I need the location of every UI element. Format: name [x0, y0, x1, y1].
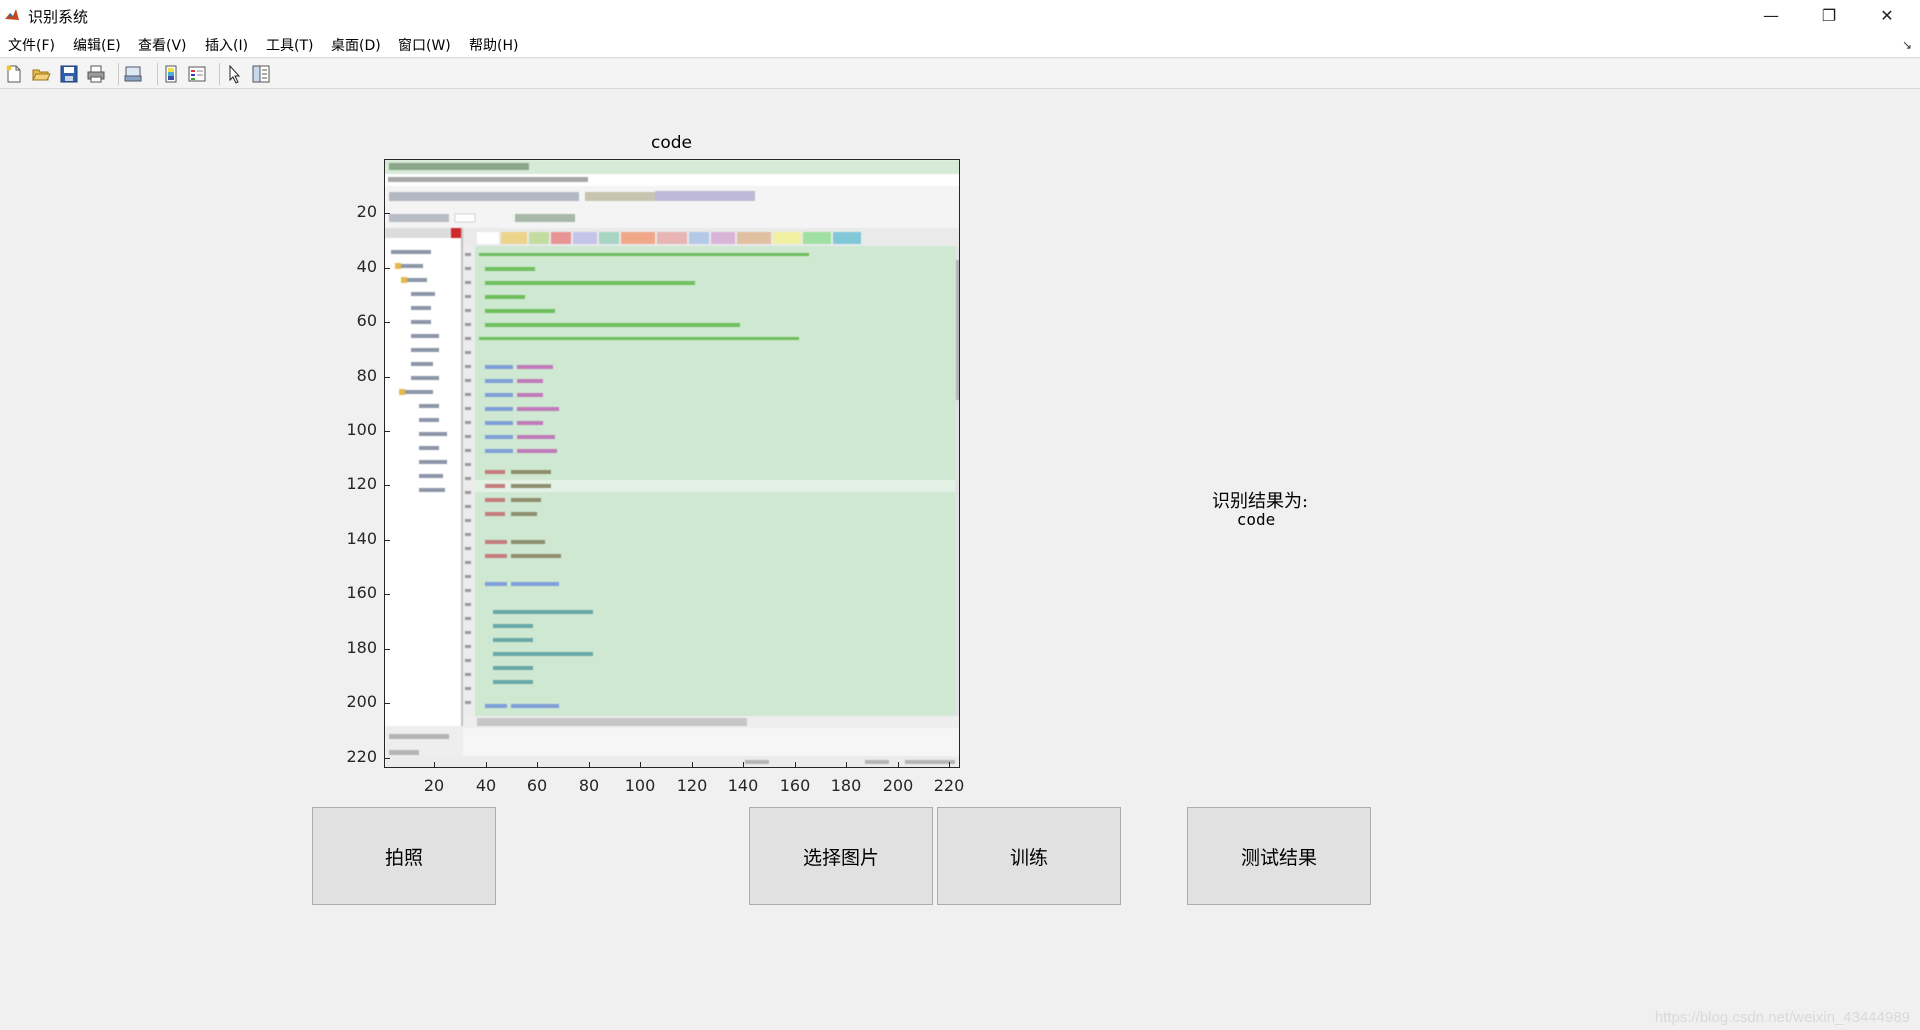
menu-view[interactable]: 查看(V) [138, 35, 187, 55]
y-tick-mark [385, 377, 390, 378]
y-tick-label: 120 [346, 474, 377, 493]
result-value: code [1236, 510, 1276, 529]
colorbar-icon[interactable] [161, 64, 181, 84]
y-tick-mark [385, 703, 390, 704]
x-tick-mark [537, 762, 538, 767]
x-tick-label: 60 [526, 776, 548, 795]
menu-tools[interactable]: 工具(T) [266, 35, 313, 55]
print-preview-icon[interactable] [123, 64, 143, 84]
save-icon[interactable] [59, 64, 79, 84]
pointer-icon[interactable] [225, 64, 245, 84]
menu-desktop[interactable]: 桌面(D) [331, 35, 381, 55]
y-tick-label: 20 [356, 202, 377, 221]
x-tick-mark [743, 762, 744, 767]
menu-help[interactable]: 帮助(H) [469, 35, 518, 55]
x-tick-mark [846, 762, 847, 767]
y-tick-mark [385, 213, 390, 214]
menu-insert[interactable]: 插入(I) [205, 35, 248, 55]
x-tick-label: 120 [676, 776, 708, 795]
y-tick-mark [385, 540, 390, 541]
axes-title: code [651, 133, 692, 153]
x-tick-mark [486, 762, 487, 767]
y-tick-label: 200 [346, 692, 377, 711]
menu-file[interactable]: 文件(F) [8, 35, 55, 55]
test-result-button[interactable]: 测试结果 [1187, 807, 1371, 905]
close-button[interactable]: ✕ [1858, 0, 1916, 30]
x-tick-mark [898, 762, 899, 767]
y-tick-mark [385, 594, 390, 595]
x-tick-mark [692, 762, 693, 767]
y-tick-mark [385, 649, 390, 650]
y-tick-mark [385, 758, 390, 759]
toolbar [0, 59, 1920, 89]
toolbar-separator [118, 63, 119, 85]
x-tick-label: 20 [423, 776, 445, 795]
x-tick-label: 200 [882, 776, 914, 795]
restore-button[interactable]: ❐ [1800, 0, 1858, 30]
x-tick-label: 180 [830, 776, 862, 795]
x-tick-mark [640, 762, 641, 767]
legend-icon[interactable] [187, 64, 207, 84]
y-tick-label: 40 [356, 257, 377, 276]
x-tick-mark [589, 762, 590, 767]
property-inspector-icon[interactable] [251, 64, 271, 84]
x-tick-mark [949, 762, 950, 767]
x-tick-mark [795, 762, 796, 767]
select-image-button[interactable]: 选择图片 [749, 807, 933, 905]
menu-edit[interactable]: 编辑(E) [73, 35, 121, 55]
menu-bar: 文件(F) 编辑(E) 查看(V) 插入(I) 工具(T) 桌面(D) 窗口(W… [0, 30, 1920, 58]
y-tick-label: 220 [346, 747, 377, 766]
displayed-image [385, 160, 959, 767]
x-tick-label: 100 [624, 776, 656, 795]
x-tick-label: 40 [475, 776, 497, 795]
toolbar-separator [219, 63, 220, 85]
matlab-logo-icon [3, 6, 21, 24]
minimize-button[interactable]: — [1742, 0, 1800, 30]
y-tick-mark [385, 485, 390, 486]
y-tick-label: 180 [346, 638, 377, 657]
x-tick-label: 80 [578, 776, 600, 795]
menu-window[interactable]: 窗口(W) [398, 35, 451, 55]
watermark: https://blog.csdn.net/weixin_43444989 [1654, 1009, 1910, 1026]
toolbar-separator [157, 63, 158, 85]
y-tick-mark [385, 322, 390, 323]
print-icon[interactable] [86, 64, 106, 84]
y-tick-label: 100 [346, 420, 377, 439]
dock-arrow-icon[interactable]: ↘ [1902, 38, 1912, 52]
y-tick-mark [385, 268, 390, 269]
x-tick-label: 220 [933, 776, 965, 795]
y-tick-label: 140 [346, 529, 377, 548]
y-tick-label: 80 [356, 366, 377, 385]
y-tick-mark [385, 431, 390, 432]
y-tick-label: 160 [346, 583, 377, 602]
new-file-icon[interactable] [4, 64, 24, 84]
x-tick-label: 160 [779, 776, 811, 795]
window-title: 识别系统 [28, 8, 89, 26]
x-tick-mark [434, 762, 435, 767]
image-axes[interactable] [384, 159, 960, 768]
open-folder-icon[interactable] [31, 64, 51, 84]
train-button[interactable]: 训练 [937, 807, 1121, 905]
capture-photo-button[interactable]: 拍照 [312, 807, 496, 905]
title-bar: 识别系统 — ❐ ✕ [0, 0, 1920, 30]
x-tick-label: 140 [727, 776, 759, 795]
y-tick-label: 60 [356, 311, 377, 330]
